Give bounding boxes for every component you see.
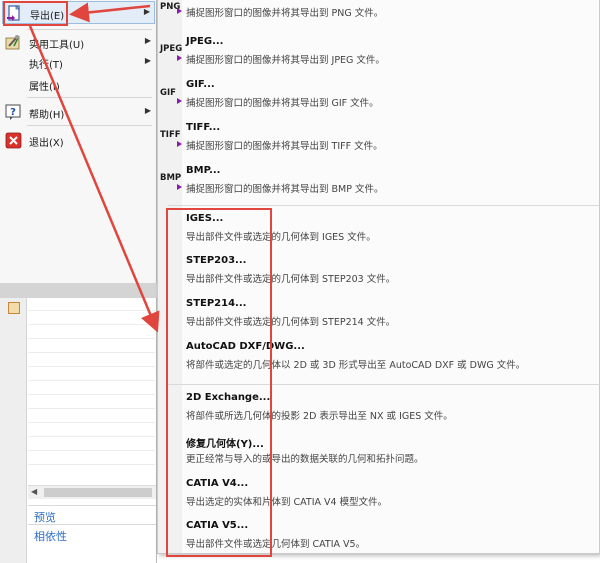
export-item-title: 2D Exchange... — [186, 392, 271, 403]
panel-link-dependencies[interactable]: 相依性 — [28, 524, 156, 543]
svg-text:?: ? — [10, 107, 16, 118]
export-iges[interactable]: IGES... 导出部件文件或选定的几何体到 IGES 文件。 — [158, 210, 600, 250]
export-item-title: STEP203... — [186, 255, 247, 266]
tree-row-line — [28, 394, 155, 395]
export-png[interactable]: PNG 捕捉图形窗口的图像并将其导出到 PNG 文件。 — [158, 0, 600, 26]
format-marker-icon — [177, 141, 182, 147]
submenu-separator — [168, 205, 600, 206]
menu-item-label: 导出(E) — [30, 11, 65, 22]
menu-item-help[interactable]: ? 帮助(H) ▶ — [2, 101, 155, 123]
help-icon: ? — [5, 104, 22, 121]
export-item-title: CATIA V5... — [186, 520, 249, 531]
export-item-desc: 导出部件文件或选定的几何体到 IGES 文件。 — [186, 232, 376, 243]
tree-row-line — [28, 366, 155, 367]
export-gif[interactable]: GIF GIF... 捕捉图形窗口的图像并将其导出到 GIF 文件。 — [158, 76, 600, 116]
tree-row-line — [28, 436, 155, 437]
navigator-panel: ◀ 预览 相依性 — [0, 298, 157, 563]
tree-row-line — [28, 450, 155, 451]
export-submenu: PNG 捕捉图形窗口的图像并将其导出到 PNG 文件。 JPEG JPEG...… — [157, 0, 600, 554]
submenu-arrow-icon: ▶ — [144, 56, 151, 65]
export-item-title: TIFF... — [186, 122, 221, 133]
export-item-title: JPEG... — [186, 36, 224, 47]
submenu-arrow-icon: ▶ — [144, 36, 151, 45]
export-item-desc: 将部件或选定的几何体以 2D 或 3D 形式导出至 AutoCAD DXF 或 … — [186, 360, 526, 371]
export-item-desc: 将部件或所选几何体的投影 2D 表示导出至 NX 或 IGES 文件。 — [186, 411, 453, 422]
scroll-left-icon[interactable]: ◀ — [31, 487, 37, 496]
tiff-format-icon: TIFF — [160, 130, 181, 140]
format-marker-icon — [177, 8, 182, 14]
export-item-title: STEP214... — [186, 298, 247, 309]
menu-item-exit[interactable]: 退出(X) — [2, 129, 155, 151]
folder-icon — [8, 302, 20, 314]
tree-row-line — [28, 352, 155, 353]
export-autocad-dxf-dwg[interactable]: AutoCAD DXF/DWG... 将部件或选定的几何体以 2D 或 3D 形… — [158, 338, 600, 378]
tree-row-line — [28, 324, 155, 325]
submenu-arrow-icon: ▶ — [143, 7, 150, 16]
export-2d-exchange[interactable]: 2D Exchange... 将部件或所选几何体的投影 2D 表示导出至 NX … — [158, 389, 600, 429]
tools-icon — [5, 34, 22, 51]
scrollbar-thumb[interactable] — [44, 488, 152, 497]
menu-bottom-strip — [0, 283, 157, 299]
menu-item-label: 属性(I) — [29, 82, 60, 93]
export-jpeg[interactable]: JPEG JPEG... 捕捉图形窗口的图像并将其导出到 JPEG 文件。 — [158, 33, 600, 73]
menu-item-label: 退出(X) — [29, 138, 64, 149]
export-step214[interactable]: STEP214... 导出部件文件或选定的几何体到 STEP214 文件。 — [158, 295, 600, 335]
panel-link-preview[interactable]: 预览 — [28, 505, 156, 524]
export-item-desc: 捕捉图形窗口的图像并将其导出到 GIF 文件。 — [186, 98, 379, 109]
submenu-separator — [168, 384, 600, 385]
file-menu: 导出(E) ▶ 实用工具(U) ▶ 执行(T) ▶ 属性(I) ? 帮助(H) … — [0, 0, 157, 299]
export-tiff[interactable]: TIFF TIFF... 捕捉图形窗口的图像并将其导出到 TIFF 文件。 — [158, 119, 600, 159]
export-document-icon — [6, 5, 23, 22]
export-item-title: IGES... — [186, 213, 224, 224]
export-item-desc: 捕捉图形窗口的图像并将其导出到 PNG 文件。 — [186, 8, 384, 19]
export-item-desc: 捕捉图形窗口的图像并将其导出到 TIFF 文件。 — [186, 141, 383, 152]
menu-item-utilities[interactable]: 实用工具(U) ▶ — [2, 31, 155, 53]
export-item-title: GIF... — [186, 79, 215, 90]
export-item-desc: 导出部件文件或选定的几何体到 STEP214 文件。 — [186, 317, 396, 328]
tree-row-line — [28, 422, 155, 423]
export-item-desc: 导出部件文件或选定的几何体到 STEP203 文件。 — [186, 274, 396, 285]
panel-left-strip — [0, 298, 27, 563]
menu-item-properties[interactable]: 属性(I) — [2, 73, 155, 95]
export-bmp[interactable]: BMP BMP... 捕捉图形窗口的图像并将其导出到 BMP 文件。 — [158, 162, 600, 202]
menu-item-label: 执行(T) — [29, 60, 63, 71]
menu-item-label: 帮助(H) — [29, 110, 65, 121]
export-item-desc: 捕捉图形窗口的图像并将其导出到 JPEG 文件。 — [186, 55, 385, 66]
tree-row-line — [28, 380, 155, 381]
menu-separator — [27, 97, 152, 98]
gif-format-icon: GIF — [160, 88, 176, 98]
export-item-title: CATIA V4... — [186, 478, 249, 489]
export-item-title: BMP... — [186, 165, 221, 176]
export-catia-v4[interactable]: CATIA V4... 导出选定的实体和片体到 CATIA V4 模型文件。 — [158, 475, 600, 515]
horizontal-scrollbar[interactable]: ◀ — [28, 485, 156, 499]
export-item-desc: 导出选定的实体和片体到 CATIA V4 模型文件。 — [186, 497, 388, 508]
menu-separator — [27, 125, 152, 126]
menu-item-export[interactable]: 导出(E) ▶ — [2, 1, 155, 24]
export-catia-v5[interactable]: CATIA V5... 导出部件文件或选定几何体到 CATIA V5。 — [158, 517, 600, 557]
format-marker-icon — [177, 55, 182, 61]
export-item-title: AutoCAD DXF/DWG... — [186, 341, 305, 352]
repair-geometry[interactable]: 修复几何体(Y)... 更正经常与导入的或导出的数据关联的几何和拓扑问题。 — [158, 432, 600, 472]
tree-row-line — [28, 310, 155, 311]
export-step203[interactable]: STEP203... 导出部件文件或选定的几何体到 STEP203 文件。 — [158, 252, 600, 292]
export-item-title: 修复几何体(Y)... — [186, 439, 264, 450]
tree-row-line — [28, 408, 155, 409]
export-item-desc: 更正经常与导入的或导出的数据关联的几何和拓扑问题。 — [186, 454, 424, 465]
tree-row-line — [28, 464, 155, 465]
menu-item-label: 实用工具(U) — [29, 40, 85, 51]
format-marker-icon — [177, 184, 182, 190]
jpeg-format-icon: JPEG — [160, 44, 183, 54]
menu-item-execute[interactable]: 执行(T) ▶ — [2, 51, 155, 73]
submenu-arrow-icon: ▶ — [144, 106, 151, 115]
menu-separator — [27, 29, 152, 30]
tree-row-line — [28, 338, 155, 339]
bmp-format-icon: BMP — [160, 173, 182, 183]
export-item-desc: 捕捉图形窗口的图像并将其导出到 BMP 文件。 — [186, 184, 384, 195]
export-item-desc: 导出部件文件或选定几何体到 CATIA V5。 — [186, 539, 366, 550]
exit-icon — [5, 132, 22, 149]
format-marker-icon — [177, 98, 182, 104]
